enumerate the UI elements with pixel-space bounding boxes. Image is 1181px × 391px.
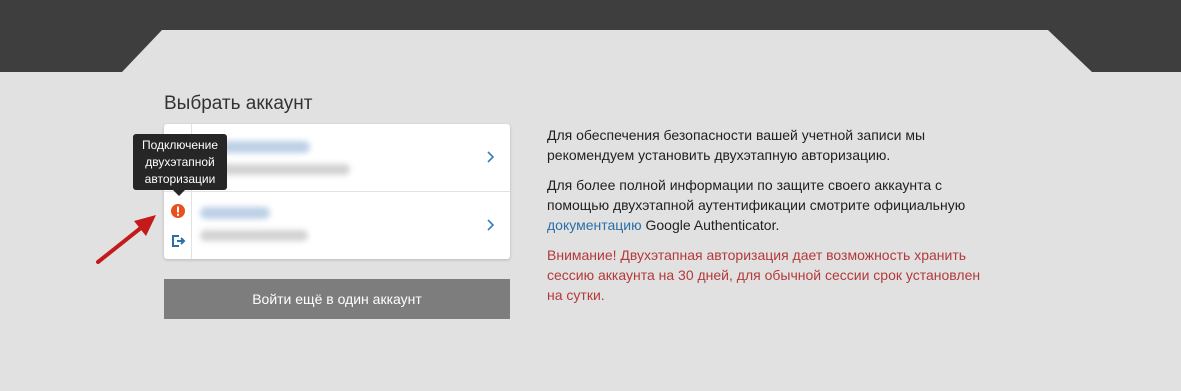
info-paragraph: Для обеспечения безопасности вашей учетн… (547, 127, 926, 163)
tooltip-line: авторизации (144, 172, 216, 186)
tooltip-line: Подключение (141, 138, 219, 152)
account-email-blurred (200, 230, 308, 241)
info-text: Google Authenticator. (641, 217, 780, 233)
security-info: Для обеспечения безопасности вашей учетн… (547, 125, 987, 315)
account-name-blurred (200, 207, 270, 219)
header-notch-shape (122, 30, 1092, 72)
tooltip-line: двухэтапной (145, 155, 215, 169)
info-text: Для более полной информации по защите св… (547, 177, 966, 213)
annotation-arrow-icon (96, 215, 156, 264)
documentation-link[interactable]: документацию (547, 217, 642, 233)
warning-icon[interactable] (170, 203, 186, 219)
add-account-button[interactable]: Войти ещё в один аккаунт (164, 279, 510, 319)
info-paragraph: Для более полной информации по защите св… (547, 175, 987, 235)
page-title: Выбрать аккаунт (164, 93, 313, 114)
chevron-right-icon (487, 219, 495, 231)
warning-message: Внимание! Двухэтапная авторизация дает в… (547, 247, 981, 303)
account-item-2[interactable] (164, 192, 510, 259)
two-factor-tooltip: Подключение двухэтапной авторизации (133, 134, 227, 190)
tooltip-pointer (173, 190, 185, 196)
logout-icon[interactable] (170, 233, 186, 249)
chevron-right-icon (487, 151, 495, 163)
